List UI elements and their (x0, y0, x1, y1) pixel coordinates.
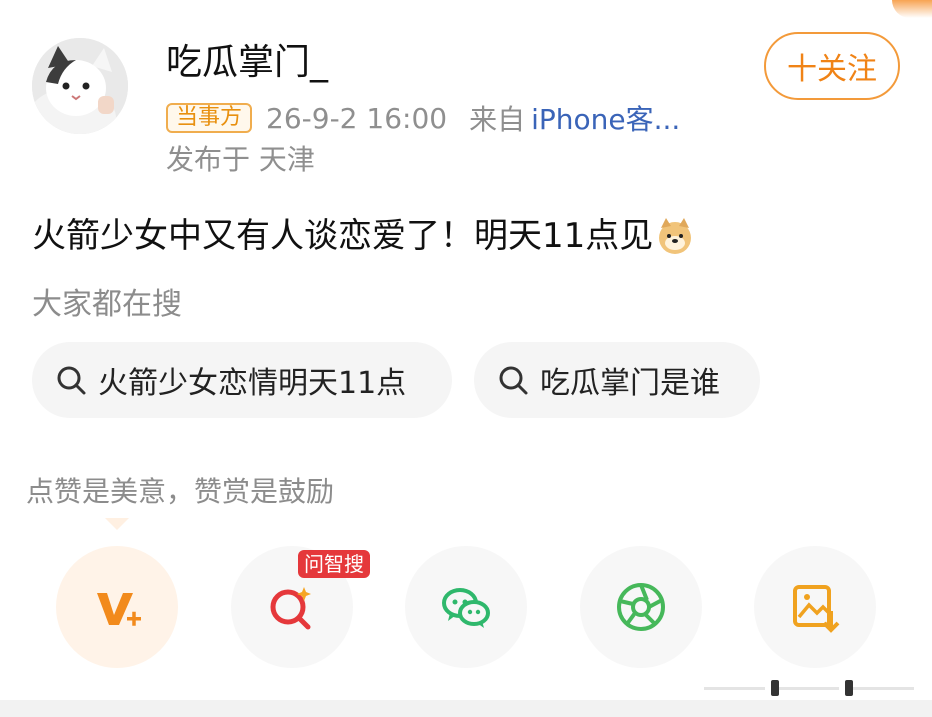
device-link[interactable]: iPhone客... (531, 98, 680, 138)
search-icon (57, 366, 86, 395)
post-content: 火箭少女中又有人谈恋爱了！明天11点见 (32, 212, 695, 260)
avatar[interactable] (32, 38, 128, 134)
follow-button[interactable]: 十关注 (764, 32, 900, 100)
doge-emoji-icon (659, 218, 692, 254)
reward-button[interactable] (56, 546, 178, 668)
search-chip-label: 火箭少女恋情明天11点 (98, 366, 407, 401)
search-chip[interactable]: 火箭少女恋情明天11点 (32, 342, 452, 418)
tip-pointer (105, 518, 129, 530)
share-wechat-button[interactable] (405, 546, 527, 668)
post-content-text: 火箭少女中又有人谈恋爱了！明天11点见 (32, 216, 654, 256)
post-location: 发布于 天津 (166, 143, 315, 176)
post-meta: 当事方 26-9-2 16:00 来自 iPhone客... (166, 98, 680, 138)
source-label: 来自 (469, 103, 526, 136)
wechat-icon (442, 588, 490, 628)
search-icon (499, 366, 528, 395)
moments-icon (617, 583, 665, 631)
ai-search-badge: 问智搜 (298, 550, 370, 578)
role-badge: 当事方 (166, 103, 253, 133)
ai-search-icon (270, 587, 311, 630)
save-image-button[interactable] (754, 546, 876, 668)
search-chip[interactable]: 吃瓜掌门是谁 (474, 342, 760, 418)
scroll-indicator (704, 678, 915, 698)
reward-icon (97, 593, 141, 626)
search-chip-label: 吃瓜掌门是谁 (540, 366, 720, 401)
bottom-bar (0, 700, 932, 717)
post-time: 26-9-2 16:00 (266, 101, 448, 135)
share-moments-button[interactable] (580, 546, 702, 668)
top-accent (892, 0, 932, 18)
support-tip: 点赞是美意，赞赏是鼓励 (26, 475, 335, 508)
save-image-icon (793, 585, 840, 633)
username[interactable]: 吃瓜掌门_ (166, 38, 328, 88)
trending-search-title: 大家都在搜 (32, 287, 182, 322)
